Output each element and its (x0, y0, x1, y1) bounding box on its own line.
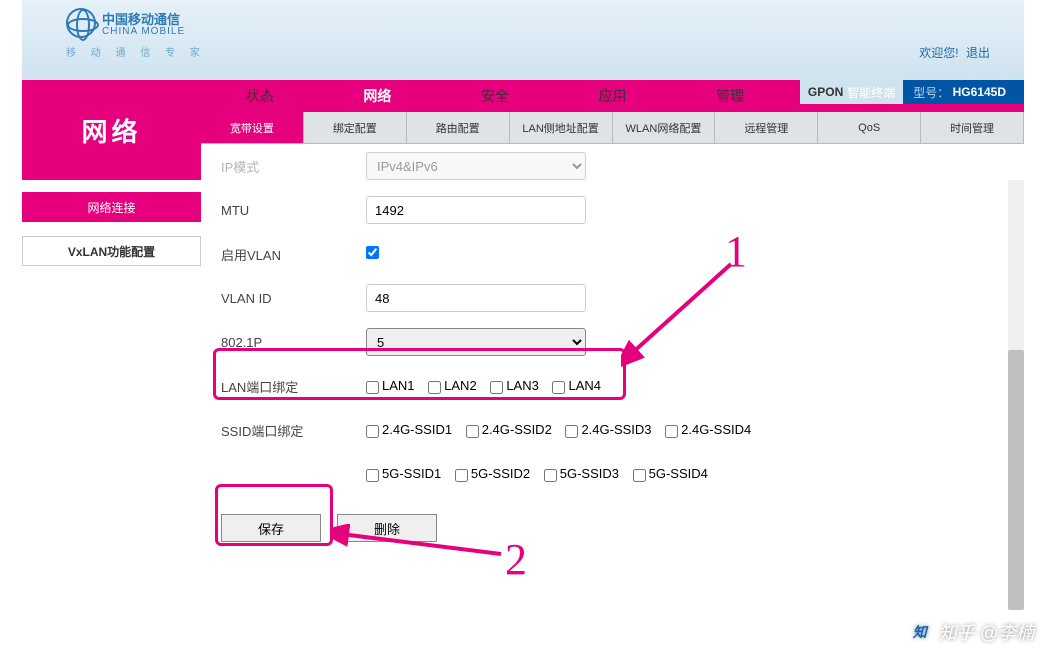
device-model: 型号： HG6145D (903, 80, 1024, 104)
form-panel[interactable]: IP模式 IPv4&IPv6 MTU 启用VLAN VLAN ID (201, 144, 1024, 584)
watermark: 知 知乎 @李楠 (909, 619, 1034, 645)
sidebar-title: 网络 (22, 80, 201, 180)
mtu-label: MTU (221, 203, 366, 218)
vlan-id-label: VLAN ID (221, 291, 366, 306)
scrollbar-thumb[interactable] (1008, 350, 1024, 610)
subtab-wlan[interactable]: WLAN网络配置 (613, 112, 716, 143)
mtu-input[interactable] (366, 196, 586, 224)
enable-vlan-label: 启用VLAN (221, 245, 366, 264)
china-mobile-icon (66, 8, 96, 38)
subtab-broadband[interactable]: 宽带设置 (201, 112, 304, 143)
logout-link[interactable]: 退出 (966, 46, 990, 60)
sidebar: 网络 网络连接 VxLAN功能配置 (22, 80, 201, 584)
24g-ssid2-checkbox[interactable] (466, 425, 479, 438)
enable-vlan-checkbox[interactable] (366, 246, 379, 259)
tab-security[interactable]: 安全 (436, 80, 554, 112)
welcome-block: 欢迎您! 退出 (919, 44, 990, 61)
highlight-lan-bind (213, 348, 626, 400)
welcome-text: 欢迎您! (919, 46, 958, 60)
device-type: GPON智能终端 (800, 80, 903, 104)
24g-ssid3-checkbox[interactable] (565, 425, 578, 438)
vlan-id-input[interactable] (366, 284, 586, 312)
subtab-binding[interactable]: 绑定配置 (304, 112, 407, 143)
5g-ssid1-checkbox[interactable] (366, 469, 379, 482)
24g-ssid1-checkbox[interactable] (366, 425, 379, 438)
5g-ssid4-checkbox[interactable] (633, 469, 646, 482)
delete-button[interactable]: 删除 (337, 514, 437, 542)
5g-ssid2-checkbox[interactable] (455, 469, 468, 482)
subtab-remote[interactable]: 远程管理 (715, 112, 818, 143)
device-info-bar: GPON智能终端 型号： HG6145D (800, 80, 1024, 104)
brand-tagline: 移 动 通 信 专 家 (66, 44, 206, 59)
zhihu-icon: 知 (909, 621, 931, 643)
24g-ssid4-checkbox[interactable] (665, 425, 678, 438)
ip-mode-label: IP模式 (221, 157, 366, 176)
tab-network[interactable]: 网络 (319, 80, 437, 112)
tab-status[interactable]: 状态 (201, 80, 319, 112)
header: 中国移动通信 CHINA MOBILE 移 动 通 信 专 家 欢迎您! 退出 (22, 0, 1024, 80)
tab-manage[interactable]: 管理 (671, 80, 789, 112)
brand-logo: 中国移动通信 CHINA MOBILE 移 动 通 信 专 家 (22, 0, 206, 80)
subtab-route[interactable]: 路由配置 (407, 112, 510, 143)
highlight-save (215, 484, 333, 546)
subtab-time[interactable]: 时间管理 (921, 112, 1024, 143)
subtab-qos[interactable]: QoS (818, 112, 921, 143)
brand-name-en: CHINA MOBILE (102, 26, 185, 37)
5g-ssid3-checkbox[interactable] (544, 469, 557, 482)
sidebar-item-network-conn[interactable]: 网络连接 (22, 192, 201, 222)
ssid-bind-label: SSID端口绑定 (221, 421, 366, 440)
tab-app[interactable]: 应用 (554, 80, 672, 112)
ip-mode-select[interactable]: IPv4&IPv6 (366, 152, 586, 180)
sidebar-item-vxlan[interactable]: VxLAN功能配置 (22, 236, 201, 266)
secondary-nav: 宽带设置 绑定配置 路由配置 LAN侧地址配置 WLAN网络配置 远程管理 Qo… (201, 112, 1024, 144)
subtab-lan-addr[interactable]: LAN侧地址配置 (510, 112, 613, 143)
